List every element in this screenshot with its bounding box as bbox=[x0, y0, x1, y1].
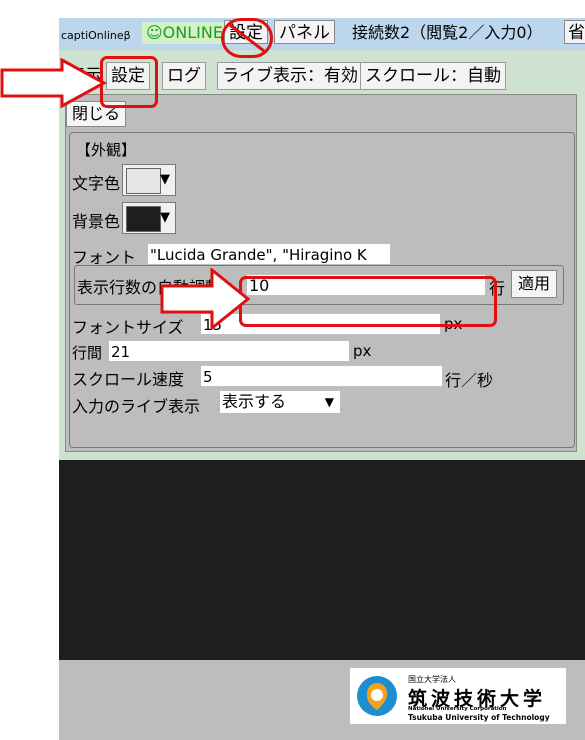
auto-rows-highlight bbox=[239, 276, 497, 327]
apply-button[interactable]: 適用 bbox=[511, 270, 558, 298]
live-input-label: 入力のライブ表示 bbox=[72, 397, 201, 416]
logo-en-line1: National University Corporation bbox=[408, 706, 507, 712]
dropdown-arrow-icon: ▼ bbox=[160, 172, 170, 187]
line-spacing-input[interactable]: 21 bbox=[108, 340, 350, 362]
brand-label: captiOnlineβ bbox=[61, 29, 131, 42]
tab-scroll[interactable]: スクロール：自動 bbox=[360, 62, 506, 90]
bg-color-swatch bbox=[126, 206, 161, 232]
scroll-speed-input[interactable]: 5 bbox=[200, 365, 443, 387]
scroll-speed-label: スクロール速度 bbox=[72, 370, 185, 389]
prohibition-slash-icon bbox=[229, 23, 265, 53]
app-window: captiOnlineβ ☺ONLINE 設定 パネル 接続数2（閲覧2／入力0… bbox=[59, 0, 585, 740]
live-input-select[interactable]: 表示する ▼ bbox=[220, 391, 340, 413]
top-bar: captiOnlineβ ☺ONLINE 設定 パネル 接続数2（閲覧2／入力0… bbox=[59, 18, 585, 50]
dropdown-arrow-icon: ▼ bbox=[160, 210, 170, 225]
bg-color-label: 背景色 bbox=[72, 212, 121, 231]
pointer-arrow-icon bbox=[160, 268, 251, 330]
font-input[interactable]: "Lucida Grande", "Hiragino K bbox=[147, 243, 391, 265]
text-color-swatch bbox=[126, 168, 161, 194]
prohibited-circle-icon bbox=[221, 18, 273, 58]
settings-tab-highlight bbox=[100, 56, 158, 108]
online-status-badge: ☺ONLINE bbox=[142, 22, 227, 44]
logo-en-line2: Tsukuba University of Technology bbox=[408, 713, 550, 722]
settings-body: 閉じる 【外観】 文字色 ▼ 背景色 ▼ フォント "Lucida Grande… bbox=[65, 94, 577, 452]
left-pointer-arrow-icon bbox=[0, 58, 108, 108]
line-spacing-unit: px bbox=[353, 342, 372, 360]
live-input-value: 表示する bbox=[222, 392, 287, 411]
tab-live-display[interactable]: ライブ表示：有効 bbox=[217, 62, 363, 90]
text-color-label: 文字色 bbox=[72, 174, 121, 193]
chevron-down-icon: ▼ bbox=[324, 395, 334, 409]
section-legend: 【外観】 bbox=[76, 141, 137, 159]
university-logo: 国立大学法人 筑波技術大学 National University Corpor… bbox=[350, 668, 566, 724]
footer: 国立大学法人 筑波技術大学 National University Corpor… bbox=[59, 660, 585, 740]
line-spacing-label: 行間 bbox=[72, 344, 103, 362]
tab-log[interactable]: ログ bbox=[162, 62, 206, 90]
panel-button[interactable]: パネル bbox=[274, 20, 335, 44]
university-emblem-icon bbox=[357, 676, 397, 716]
omit-button[interactable]: 省 bbox=[564, 20, 585, 44]
settings-panel: 表示 設定 ログ ライブ表示：有効 スクロール：自動 閉じる 【外観】 文字色 … bbox=[59, 50, 585, 460]
bg-color-picker[interactable]: ▼ bbox=[122, 202, 176, 234]
text-color-picker[interactable]: ▼ bbox=[122, 164, 176, 196]
caption-display-area bbox=[59, 460, 585, 660]
scroll-speed-unit: 行／秒 bbox=[445, 371, 494, 390]
connection-status: 接続数2（閲覧2／入力0） bbox=[352, 23, 543, 42]
